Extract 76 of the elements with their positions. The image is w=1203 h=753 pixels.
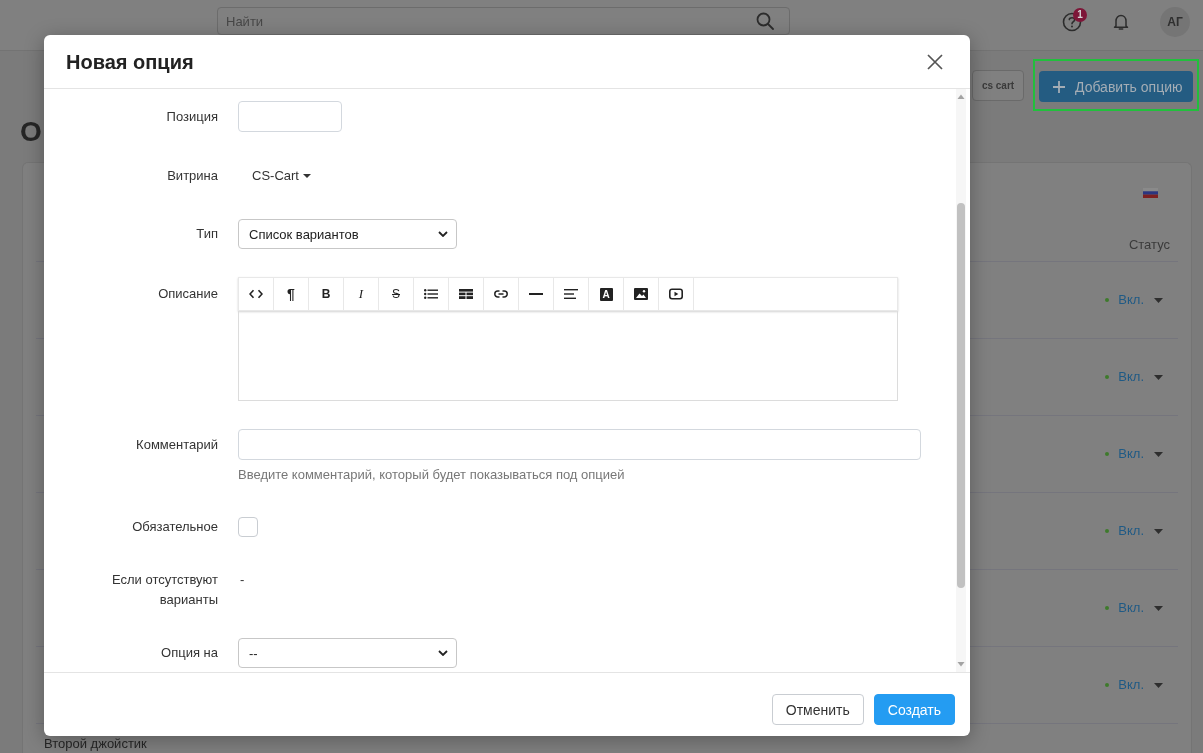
table-icon (459, 289, 473, 299)
table-button[interactable] (449, 278, 484, 310)
paragraph-button[interactable]: ¶ (274, 278, 309, 310)
field-label: Описание (158, 286, 218, 301)
video-play-icon (669, 288, 683, 300)
bullet-list-button[interactable] (414, 278, 449, 310)
chevron-down-icon (438, 650, 448, 656)
help-text: Введите комментарий, который будет показываться под опцией (238, 466, 625, 483)
status-dot-icon (1105, 606, 1110, 610)
font-color-button[interactable]: A (589, 278, 624, 310)
image-icon (634, 288, 648, 300)
field-label: Тип (196, 226, 218, 241)
create-button[interactable]: Создать (873, 694, 955, 725)
caret-icon[interactable] (1154, 605, 1163, 611)
add-option-button[interactable]: Добавить опцию (1039, 71, 1193, 102)
image-button[interactable] (624, 278, 659, 310)
field-label: Позиция (166, 109, 218, 124)
status-link[interactable]: Вкл. (1118, 368, 1144, 386)
caret-icon[interactable] (1154, 297, 1163, 303)
storefront-dropdown[interactable]: CS-Cart (238, 160, 311, 191)
bold-button[interactable]: B (309, 278, 344, 310)
close-icon[interactable] (927, 53, 943, 70)
italic-button[interactable]: I (344, 278, 379, 310)
field-label: Обязательное (132, 519, 218, 534)
caret-icon[interactable] (1154, 528, 1163, 534)
caret-icon[interactable] (1154, 451, 1163, 457)
bullet-list-icon (424, 289, 438, 299)
page-title: О (20, 116, 42, 147)
align-button[interactable] (554, 278, 589, 310)
bell-icon[interactable] (1112, 13, 1130, 31)
dialog-title: Новая опция (66, 49, 194, 74)
field-label: Витрина (167, 168, 218, 183)
video-button[interactable] (659, 278, 694, 310)
status-dot-icon (1105, 452, 1110, 456)
status-link[interactable]: Вкл. (1118, 291, 1144, 309)
status-link[interactable]: Вкл. (1118, 522, 1144, 540)
option-name: Второй джойстик (44, 736, 147, 751)
code-icon (249, 289, 263, 299)
plus-icon (1053, 80, 1065, 93)
help-icon[interactable] (1062, 12, 1082, 32)
chevron-down-icon (438, 231, 448, 237)
comment-input[interactable] (238, 429, 921, 460)
align-left-icon (564, 289, 578, 299)
horizontal-rule-button[interactable] (519, 278, 554, 310)
caret-icon (302, 173, 311, 178)
field-label: Если отсутствуют варианты (111, 572, 218, 607)
status-dot-icon (1105, 298, 1110, 302)
link-button[interactable] (484, 278, 519, 310)
cancel-button[interactable]: Отменить (771, 694, 864, 725)
status-dot-icon (1105, 683, 1110, 687)
caret-icon[interactable] (1154, 374, 1163, 380)
link-icon (494, 289, 508, 299)
field-label: Комментарий (136, 437, 218, 452)
status-dot-icon (1105, 529, 1110, 533)
status-link[interactable]: Вкл. (1118, 676, 1144, 694)
select-field[interactable]: -- (238, 638, 457, 668)
field-label: Опция на (161, 645, 218, 660)
status-link[interactable]: Вкл. (1118, 599, 1144, 617)
search-field[interactable]: Найти (217, 7, 790, 35)
horizontal-line-icon (529, 293, 543, 295)
flag-icon[interactable] (1143, 188, 1158, 198)
strikethrough-button[interactable]: S (379, 278, 414, 310)
status-dot-icon (1105, 375, 1110, 379)
column-header: Статус (1128, 236, 1170, 254)
user-avatar[interactable]: АГ (1160, 7, 1190, 37)
position-input[interactable] (238, 101, 342, 132)
notification-badge: 1 (1073, 8, 1087, 22)
scrollbar-drawing[interactable] (956, 89, 966, 672)
caret-icon[interactable] (1154, 682, 1163, 688)
field-value: - (239, 571, 245, 589)
search-icon[interactable] (756, 12, 774, 30)
code-view-button[interactable] (239, 278, 274, 310)
checkbox[interactable] (238, 516, 258, 537)
select-field[interactable]: Список вариантов (238, 219, 457, 249)
status-link[interactable]: Вкл. (1118, 445, 1144, 463)
storefront-button[interactable]: cs cart (972, 69, 1024, 101)
